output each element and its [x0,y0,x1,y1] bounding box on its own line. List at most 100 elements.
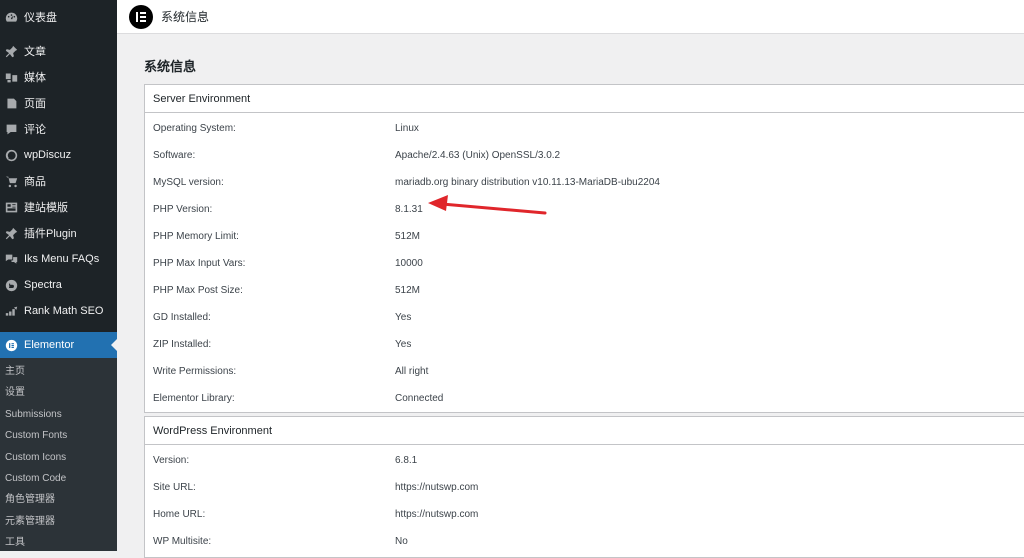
admin-sidebar: 仪表盘 文章 媒体 页面 评论 wpDiscuz 商品 建站模版 插件Plugi… [0,0,117,551]
row-key: Version: [153,455,190,466]
submenu-item-custom-fonts[interactable]: Custom Fonts [5,428,67,444]
rankmath-icon [4,304,18,318]
comment-icon [4,122,18,136]
row-value: mariadb.org binary distribution v10.11.1… [395,177,660,188]
menu-item-comments[interactable]: 评论 [0,116,117,142]
row-value: All right [395,366,429,377]
menu-item-plugins[interactable]: 插件Plugin [0,220,117,246]
row-value: No [395,536,408,547]
menu-item-iks-menu-faqs[interactable]: Iks Menu FAQs [0,246,117,272]
template-icon [4,200,18,214]
menu-item-dashboard[interactable]: 仪表盘 [0,4,117,30]
page-icon [4,96,18,110]
submenu-item-element-manager[interactable]: 元素管理器 [5,514,55,530]
wpdiscuz-icon [4,148,18,162]
row-key: Elementor Library: [153,393,235,404]
row-key: Write Permissions: [153,366,237,377]
menu-item-label: Rank Math SEO [24,305,104,317]
row-value: 10000 [395,258,423,269]
menu-item-posts[interactable]: 文章 [0,38,117,64]
row-key: Site URL: [153,482,196,493]
menu-item-label: 插件Plugin [24,228,77,240]
menu-item-label: 媒体 [24,72,46,84]
menu-item-pages[interactable]: 页面 [0,90,117,116]
row-value: Linux [395,123,419,134]
table-row: WP Multisite: No [145,527,1024,554]
row-key: PHP Max Input Vars: [153,258,246,269]
menu-item-rank-math-seo[interactable]: Rank Math SEO [0,298,117,324]
menu-item-elementor[interactable]: Elementor [0,332,117,358]
submenu-item-submissions[interactable]: Submissions [5,407,62,423]
row-key: ZIP Installed: [153,339,212,350]
panel-title: Server Environment [145,85,1024,113]
row-value: 6.8.1 [395,455,418,466]
menu-item-label: 商品 [24,176,46,188]
menu-item-label: 评论 [24,124,46,136]
row-value: Connected [395,393,444,404]
table-row: Home URL: https://nutswp.com [145,500,1024,527]
dashboard-icon [4,10,18,24]
server-environment-rows: Operating System: Linux Software: Apache/2.… [145,113,1024,412]
menu-item-label: 页面 [24,98,46,110]
table-row: ZIP Installed: Yes [145,330,1024,357]
table-row: Write Permissions: All right [145,357,1024,384]
faq-icon [4,252,18,266]
pin-icon [4,226,18,240]
elementor-logo-icon [129,4,153,29]
table-row: GD Installed: Yes [145,303,1024,330]
submenu-item-tools[interactable]: 工具 [5,535,25,551]
pin-icon [4,44,18,58]
cart-icon [4,174,18,188]
submenu-item-role-manager[interactable]: 角色管理器 [5,492,55,508]
table-row: Elementor Library: Connected [145,384,1024,411]
menu-item-label: Spectra [24,279,62,291]
table-row: PHP Max Input Vars: 10000 [145,249,1024,276]
menu-item-label: 仪表盘 [24,12,57,24]
menu-item-spectra[interactable]: Spectra [0,272,117,298]
row-value: 8.1.31 [395,204,423,215]
menu-item-wpdiscuz[interactable]: wpDiscuz [0,142,117,168]
row-key: WP Multisite: [153,536,212,547]
menu-item-media[interactable]: 媒体 [0,64,117,90]
row-value: 512M [395,285,421,296]
submenu-item-custom-icons[interactable]: Custom Icons [5,450,66,466]
menu-item-label: wpDiscuz [24,149,72,161]
spectra-icon [4,278,18,292]
table-row: Version: 6.8.1 [145,446,1024,473]
row-key: PHP Memory Limit: [153,231,239,242]
menu-item-label: Elementor [24,339,75,351]
server-environment-panel: Server Environment Operating System: Linu… [144,84,1024,413]
row-key: PHP Max Post Size: [153,285,243,296]
table-row: MySQL version: mariadb.org binary distrib… [145,168,1024,195]
menu-item-label: 建站模版 [24,202,68,214]
row-value: https://nutswp.com [395,482,479,493]
table-row: Software: Apache/2.4.63 (Unix) OpenSSL/3.… [145,141,1024,168]
submenu-item-home[interactable]: 主页 [5,364,25,380]
row-key: GD Installed: [153,312,211,323]
panel-title: WordPress Environment [145,417,1024,445]
menu-item-label: 文章 [24,46,46,58]
row-key: Operating System: [153,123,236,134]
row-key: MySQL version: [153,177,224,188]
row-value: Apache/2.4.63 (Unix) OpenSSL/3.0.2 [395,150,561,161]
elementor-icon [4,338,18,352]
menu-item-label: Iks Menu FAQs [24,253,100,265]
table-row: PHP Version: 8.1.31 [145,195,1024,222]
submenu-item-custom-code[interactable]: Custom Code [5,471,66,487]
menu-item-products[interactable]: 商品 [0,168,117,194]
page-title: 系统信息 [144,59,197,74]
wordpress-environment-rows: Version: 6.8.1 Site URL: https://nutswp.com… [145,445,1024,554]
row-key: Software: [153,150,196,161]
elementor-submenu: 主页 设置 Submissions Custom Fonts Custom Ic… [0,358,117,551]
wordpress-environment-panel: WordPress Environment Version: 6.8.1 Site … [144,416,1024,558]
row-value: Yes [395,312,412,323]
row-value: https://nutswp.com [395,509,479,520]
menu-item-templates[interactable]: 建站模版 [0,194,117,220]
table-row: PHP Memory Limit: 512M [145,222,1024,249]
table-row: Site URL: https://nutswp.com [145,473,1024,500]
media-icon [4,70,18,84]
submenu-item-settings[interactable]: 设置 [5,385,25,401]
table-row: PHP Max Post Size: 512M [145,276,1024,303]
top-bar: 系统信息 [117,0,1024,34]
top-bar-title: 系统信息 [161,10,210,24]
